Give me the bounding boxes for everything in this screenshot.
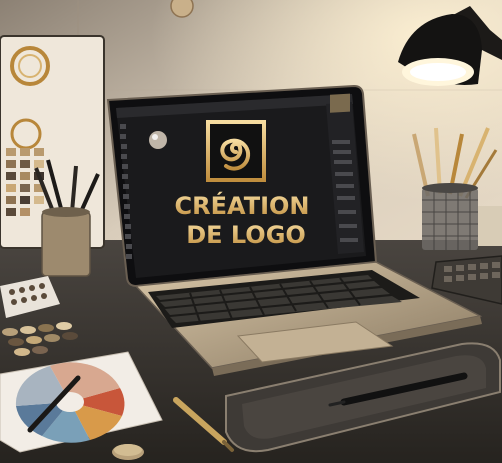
photo-scene: CRÉATION DE LOGO [0,0,502,463]
logo-text-line1: CRÉATION [175,191,310,220]
spiral-logo-icon [206,120,266,182]
scene-illustration: CRÉATION DE LOGO [0,0,502,463]
logo-text-line2: DE LOGO [186,221,306,249]
